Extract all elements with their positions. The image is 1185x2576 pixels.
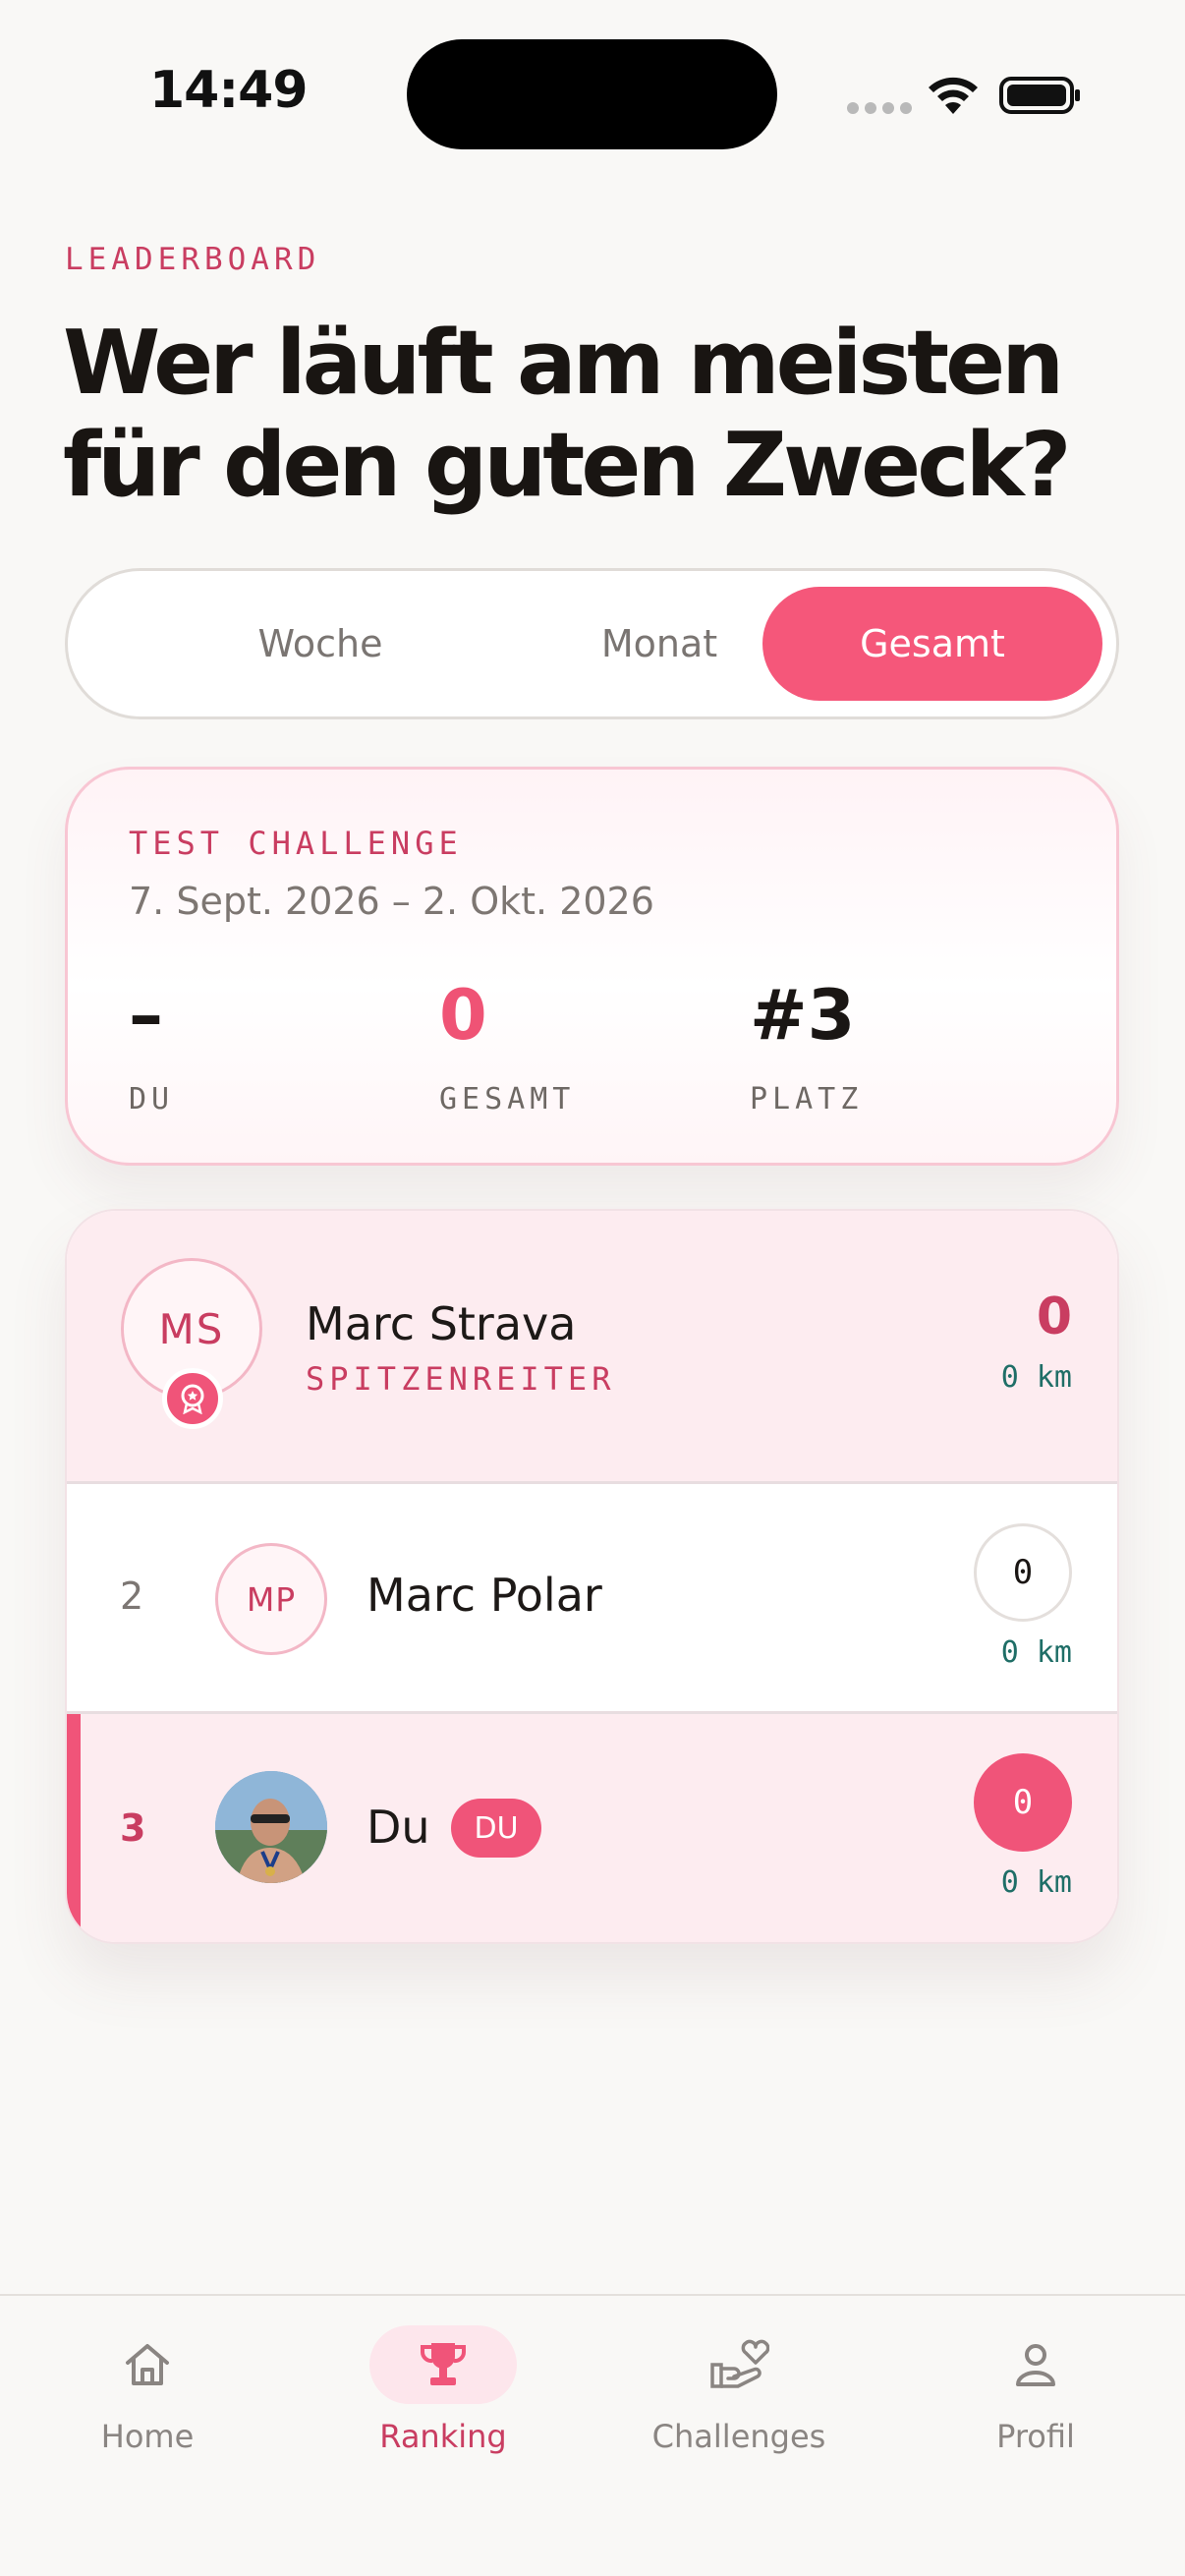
cellular-signal-icon	[847, 102, 912, 114]
bottom-tab-bar: Home Ranking Challenges Profil	[0, 2294, 1185, 2576]
tab-profil[interactable]: Profil	[918, 2325, 1154, 2455]
page-title-line-1: Wer läuft am meisten	[63, 312, 1064, 415]
stat-gesamt-value: 0	[439, 975, 487, 1056]
avatar-photo	[215, 1771, 327, 1883]
tab-woche[interactable]: Woche	[150, 587, 490, 701]
participant-name: Marc Polar	[367, 1569, 602, 1622]
stat-gesamt: 0 GESAMT	[439, 976, 575, 1116]
leader-distance: 0 km	[1000, 1360, 1072, 1395]
status-time: 14:49	[149, 61, 309, 120]
tab-challenges[interactable]: Challenges	[621, 2325, 857, 2455]
participant-name: Du	[367, 1801, 430, 1854]
battery-icon	[999, 77, 1080, 114]
self-highlight-bar	[67, 1714, 81, 1942]
dynamic-island	[407, 39, 777, 149]
tab-home-label: Home	[100, 2418, 195, 2455]
leaderboard-row-leader[interactable]: MS Marc Strava SPITZENREITER 0 0 km	[67, 1211, 1117, 1484]
score-badge: 0	[974, 1523, 1072, 1622]
score-badge: 0	[974, 1753, 1072, 1852]
medal-icon	[162, 1368, 223, 1429]
page-title: Wer läuft am meisten für den guten Zweck…	[63, 313, 1144, 517]
trophy-icon	[369, 2325, 517, 2404]
leader-subtitle: SPITZENREITER	[306, 1360, 616, 1398]
leaderboard-row[interactable]: 2 MP Marc Polar 0 0 km	[67, 1484, 1117, 1714]
tab-ranking[interactable]: Ranking	[325, 2325, 561, 2455]
self-badge: DU	[451, 1799, 541, 1858]
stat-du-value: –	[129, 975, 163, 1056]
home-icon	[29, 2325, 265, 2404]
person-icon	[918, 2325, 1154, 2404]
stat-du: – DU	[129, 976, 174, 1116]
heart-hand-icon	[621, 2325, 857, 2404]
tab-profil-label: Profil	[996, 2418, 1075, 2455]
participant-distance: 0 km	[1000, 1635, 1072, 1670]
participant-distance: 0 km	[1000, 1865, 1072, 1900]
leaderboard-eyebrow: LEADERBOARD	[65, 242, 321, 277]
rank-number: 2	[120, 1574, 144, 1618]
status-bar: 14:49	[0, 0, 1185, 187]
challenge-card[interactable]: TEST CHALLENGE 7. Sept. 2026 – 2. Okt. 2…	[65, 767, 1119, 1166]
stat-du-label: DU	[129, 1082, 175, 1116]
tab-home[interactable]: Home	[29, 2325, 265, 2455]
wifi-icon	[929, 77, 978, 114]
tab-gesamt[interactable]: Gesamt	[762, 587, 1102, 701]
stat-platz: #3 PLATZ	[750, 976, 863, 1116]
page-title-line-2: für den guten Zweck?	[63, 414, 1072, 517]
leader-score: 0	[1036, 1288, 1072, 1346]
tab-challenges-label: Challenges	[651, 2418, 826, 2455]
leaderboard-list: MS Marc Strava SPITZENREITER 0 0 km 2 MP…	[65, 1209, 1119, 1944]
challenge-dates: 7. Sept. 2026 – 2. Okt. 2026	[129, 880, 654, 923]
tab-ranking-label: Ranking	[379, 2418, 507, 2455]
rank-number: 3	[120, 1806, 146, 1850]
stat-platz-value: #3	[750, 975, 856, 1056]
leaderboard-row-self[interactable]: 3 Du DU 0 0 km	[67, 1714, 1117, 1942]
period-segmented-control: Woche Monat Gesamt	[65, 568, 1119, 719]
stat-platz-label: PLATZ	[750, 1082, 864, 1116]
avatar: MP	[215, 1543, 327, 1655]
challenge-title: TEST CHALLENGE	[129, 825, 463, 862]
stat-gesamt-label: GESAMT	[439, 1082, 576, 1116]
leader-name: Marc Strava	[306, 1297, 577, 1350]
status-icons	[847, 71, 1083, 120]
